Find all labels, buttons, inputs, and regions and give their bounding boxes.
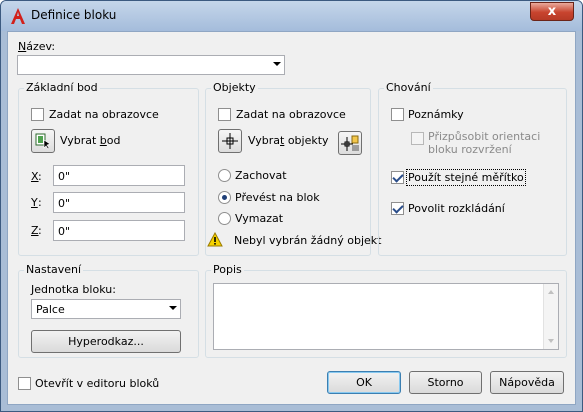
y-label: Y [31, 196, 38, 209]
base-specify-on-screen-label: Zadat na obrazovce [49, 108, 159, 121]
close-button[interactable]: x [530, 2, 574, 21]
autocad-a-icon [11, 8, 25, 24]
objects-specify-on-screen-checkbox[interactable] [218, 108, 231, 121]
scale-uniformly-checkbox[interactable] [391, 171, 404, 184]
chevron-down-icon [169, 306, 177, 310]
z-coordinate-input[interactable]: 0" [53, 220, 185, 241]
delete-label: Vymazat [235, 212, 284, 225]
ok-button[interactable]: OK [327, 371, 401, 394]
block-unit-select[interactable]: Palce [31, 299, 181, 319]
block-definition-dialog: Definice bloku x Název: Základní bod Zad… [0, 0, 583, 412]
name-combobox[interactable] [17, 55, 285, 75]
match-orientation-label: Přizpůsobit orientaci bloku rozvržení [428, 130, 541, 156]
window-title: Definice bloku [31, 8, 117, 22]
allow-exploding-checkbox[interactable] [391, 202, 404, 215]
dialog-body: Název: Základní bod Zadat na obrazovce V… [7, 31, 576, 405]
description-textarea[interactable] [213, 283, 559, 350]
retain-radio[interactable] [218, 169, 231, 182]
base-specify-on-screen-checkbox[interactable] [31, 108, 44, 121]
convert-to-block-label: Převést na blok [235, 191, 320, 204]
close-icon: x [547, 4, 557, 19]
warning-icon [207, 232, 223, 247]
quick-select-icon [341, 135, 359, 151]
objects-title: Objekty [211, 81, 258, 94]
open-in-editor-label: Otevřít v editoru bloků [35, 377, 160, 390]
hyperlink-button[interactable]: Hyperodkaz... [31, 330, 181, 353]
select-objects-button[interactable] [218, 129, 242, 153]
no-object-selected-warning: Nebyl vybrán žádný objekt [234, 234, 382, 247]
x-colon: : [38, 170, 42, 183]
name-label: Název: [18, 40, 56, 53]
description-title: Popis [211, 263, 244, 276]
allow-exploding-label: Povolit rozkládání [408, 202, 505, 215]
scroll-up-icon [548, 290, 554, 294]
x-coordinate-input[interactable]: 0" [53, 165, 185, 186]
objects-specify-on-screen-label: Zadat na obrazovce [236, 108, 346, 121]
open-in-editor-checkbox[interactable] [18, 377, 31, 390]
z-colon: : [38, 224, 42, 237]
convert-to-block-radio[interactable] [218, 191, 231, 204]
retain-label: Zachovat [235, 169, 287, 182]
block-unit-label: Jednotka bloku: [31, 283, 116, 296]
annotative-checkbox[interactable] [391, 108, 404, 121]
select-objects-label: Vybrat objekty [248, 134, 329, 147]
scroll-down-icon [548, 339, 554, 343]
scale-uniformly-label: Použít stejné měřítko [406, 169, 526, 186]
base-point-title: Základní bod [24, 81, 100, 94]
pick-point-button[interactable] [31, 129, 55, 153]
pick-point-icon [35, 133, 51, 150]
behavior-title: Chování [384, 81, 433, 94]
description-scrollbar[interactable] [543, 284, 558, 349]
y-coordinate-input[interactable]: 0" [53, 192, 185, 213]
cancel-button[interactable]: Storno [409, 371, 482, 394]
chevron-down-icon [273, 62, 281, 66]
settings-title: Nastavení [24, 263, 84, 276]
block-unit-value: Palce [36, 303, 65, 316]
title-bar[interactable]: Definice bloku x [1, 1, 582, 31]
delete-radio[interactable] [218, 212, 231, 225]
y-colon: : [38, 196, 42, 209]
annotative-label: Poznámky [408, 108, 464, 121]
match-orientation-checkbox[interactable] [411, 132, 424, 145]
pick-point-label: Vybrat bod [60, 134, 121, 147]
help-button[interactable]: Nápověda [490, 371, 564, 394]
quick-select-button[interactable] [338, 131, 362, 155]
select-crosshair-icon [222, 133, 238, 149]
